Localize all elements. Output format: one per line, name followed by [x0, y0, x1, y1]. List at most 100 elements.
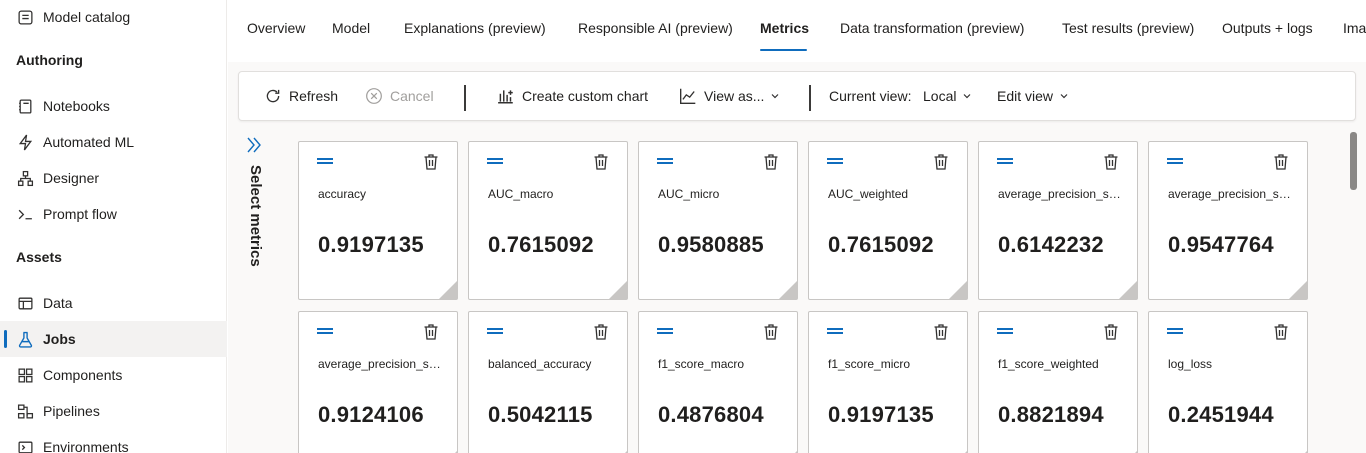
scrollbar-thumb[interactable]: [1350, 132, 1357, 190]
sidebar-item-notebooks[interactable]: Notebooks: [0, 88, 227, 124]
resize-handle[interactable]: [1289, 281, 1307, 299]
drag-handle-icon[interactable]: [317, 328, 333, 336]
pipeline-icon: [16, 402, 34, 420]
tab-outputs-logs[interactable]: Outputs + logs: [1222, 20, 1313, 36]
metric-card[interactable]: AUC_micro 0.9580885: [638, 141, 798, 300]
drag-handle-icon[interactable]: [657, 158, 673, 166]
tab-bar: Overview Model Explanations (preview) Re…: [228, 0, 1366, 62]
cancel-button[interactable]: Cancel: [365, 72, 434, 120]
drag-handle-icon[interactable]: [1167, 328, 1183, 336]
sidebar-item-jobs[interactable]: Jobs: [0, 321, 227, 357]
metric-value: 0.4876804: [658, 402, 764, 427]
sidebar-item-prompt-flow[interactable]: Prompt flow: [0, 196, 227, 232]
metric-card[interactable]: AUC_weighted 0.7615092: [808, 141, 968, 300]
drag-handle-icon[interactable]: [487, 328, 503, 336]
drag-handle-icon[interactable]: [1167, 158, 1183, 166]
metric-card[interactable]: f1_score_micro 0.9197135: [808, 311, 968, 453]
section-title-assets: Assets: [16, 249, 62, 265]
line-chart-icon: [680, 88, 696, 104]
edit-view-dropdown[interactable]: Edit view: [997, 72, 1069, 120]
sidebar-item-label: Automated ML: [43, 134, 135, 150]
model-catalog-icon: [16, 8, 34, 26]
delete-icon[interactable]: [1273, 153, 1289, 171]
sidebar-item-components[interactable]: Components: [0, 357, 227, 393]
metric-value: 0.9197135: [828, 402, 934, 427]
delete-icon[interactable]: [763, 153, 779, 171]
select-metrics-toggle[interactable]: Select metrics: [242, 165, 266, 275]
metric-value: 0.9197135: [318, 232, 424, 257]
tab-overview[interactable]: Overview: [247, 20, 305, 36]
metric-name: balanced_accuracy: [488, 357, 592, 371]
expand-panel-button[interactable]: [244, 135, 264, 155]
drag-handle-icon[interactable]: [827, 328, 843, 336]
chevron-down-icon: [1060, 94, 1068, 99]
metric-value: 0.9547764: [1168, 232, 1274, 257]
drag-handle-icon[interactable]: [317, 158, 333, 166]
sidebar-item-data[interactable]: Data: [0, 285, 227, 321]
metric-card[interactable]: average_precision_sco... 0.9124106: [298, 311, 458, 453]
delete-icon[interactable]: [423, 153, 439, 171]
drag-handle-icon[interactable]: [657, 328, 673, 336]
metric-card[interactable]: average_precision_sco... 0.6142232: [978, 141, 1138, 300]
sidebar-item-label: Jobs: [43, 331, 76, 347]
lightning-icon: [16, 133, 34, 151]
tab-images[interactable]: Ima: [1343, 20, 1366, 36]
metric-card[interactable]: balanced_accuracy 0.5042115: [468, 311, 628, 453]
drag-handle-icon[interactable]: [997, 328, 1013, 336]
tab-test-results[interactable]: Test results (preview): [1062, 20, 1194, 36]
delete-icon[interactable]: [933, 153, 949, 171]
metric-card[interactable]: f1_score_macro 0.4876804: [638, 311, 798, 453]
bar-chart-add-icon: [498, 90, 513, 104]
metric-name: f1_score_macro: [658, 357, 745, 371]
metric-name: AUC_weighted: [828, 187, 909, 201]
resize-handle[interactable]: [779, 281, 797, 299]
tab-responsible-ai[interactable]: Responsible AI (preview): [578, 20, 733, 36]
metric-card[interactable]: AUC_macro 0.7615092: [468, 141, 628, 300]
drag-handle-icon[interactable]: [827, 158, 843, 166]
create-custom-chart-button[interactable]: Create custom chart: [497, 72, 648, 120]
metric-name: average_precision_sco...: [1168, 187, 1296, 201]
delete-icon[interactable]: [933, 323, 949, 341]
delete-icon[interactable]: [593, 153, 609, 171]
metric-name: average_precision_sco...: [998, 187, 1126, 201]
resize-handle[interactable]: [439, 281, 457, 299]
metric-card[interactable]: average_precision_sco... 0.9547764: [1148, 141, 1308, 300]
sidebar-item-automated-ml[interactable]: Automated ML: [0, 124, 227, 160]
sidebar-item-designer[interactable]: Designer: [0, 160, 227, 196]
cancel-icon: [366, 88, 382, 104]
metric-name: log_loss: [1168, 357, 1213, 371]
delete-icon[interactable]: [423, 323, 439, 341]
view-as-dropdown[interactable]: View as...: [679, 72, 780, 120]
drag-handle-icon[interactable]: [997, 158, 1013, 166]
tab-metrics[interactable]: Metrics: [760, 20, 809, 36]
delete-icon[interactable]: [1103, 323, 1119, 341]
resize-handle[interactable]: [1119, 281, 1137, 299]
delete-icon[interactable]: [1103, 153, 1119, 171]
tab-explanations[interactable]: Explanations (preview): [404, 20, 546, 36]
current-view-dropdown[interactable]: Local: [923, 72, 972, 120]
scrollbar[interactable]: [1348, 130, 1358, 453]
delete-icon[interactable]: [763, 323, 779, 341]
sidebar-item-model-catalog[interactable]: Model catalog: [0, 0, 227, 35]
toolbar-divider: [809, 85, 811, 111]
sidebar: Model catalog Authoring Notebooks Automa…: [0, 0, 227, 453]
sidebar-item-pipelines[interactable]: Pipelines: [0, 393, 227, 429]
resize-handle[interactable]: [949, 281, 967, 299]
delete-icon[interactable]: [1273, 323, 1289, 341]
chevron-down-icon: [964, 94, 971, 99]
resize-handle[interactable]: [609, 281, 627, 299]
section-title-authoring: Authoring: [16, 52, 83, 68]
metric-card[interactable]: f1_score_weighted 0.8821894: [978, 311, 1138, 453]
metric-name: f1_score_weighted: [998, 357, 1099, 371]
metric-card[interactable]: log_loss 0.2451944: [1148, 311, 1308, 453]
sidebar-item-label: Designer: [43, 170, 100, 186]
sidebar-item-label: Pipelines: [43, 403, 100, 419]
sidebar-item-environments[interactable]: Environments: [0, 429, 227, 453]
tab-model[interactable]: Model: [332, 20, 370, 36]
refresh-button[interactable]: Refresh: [264, 72, 338, 120]
double-chevron-right-icon: [247, 137, 261, 153]
metric-card[interactable]: accuracy 0.9197135: [298, 141, 458, 300]
delete-icon[interactable]: [593, 323, 609, 341]
drag-handle-icon[interactable]: [487, 158, 503, 166]
tab-data-transformation[interactable]: Data transformation (preview): [840, 20, 1024, 36]
